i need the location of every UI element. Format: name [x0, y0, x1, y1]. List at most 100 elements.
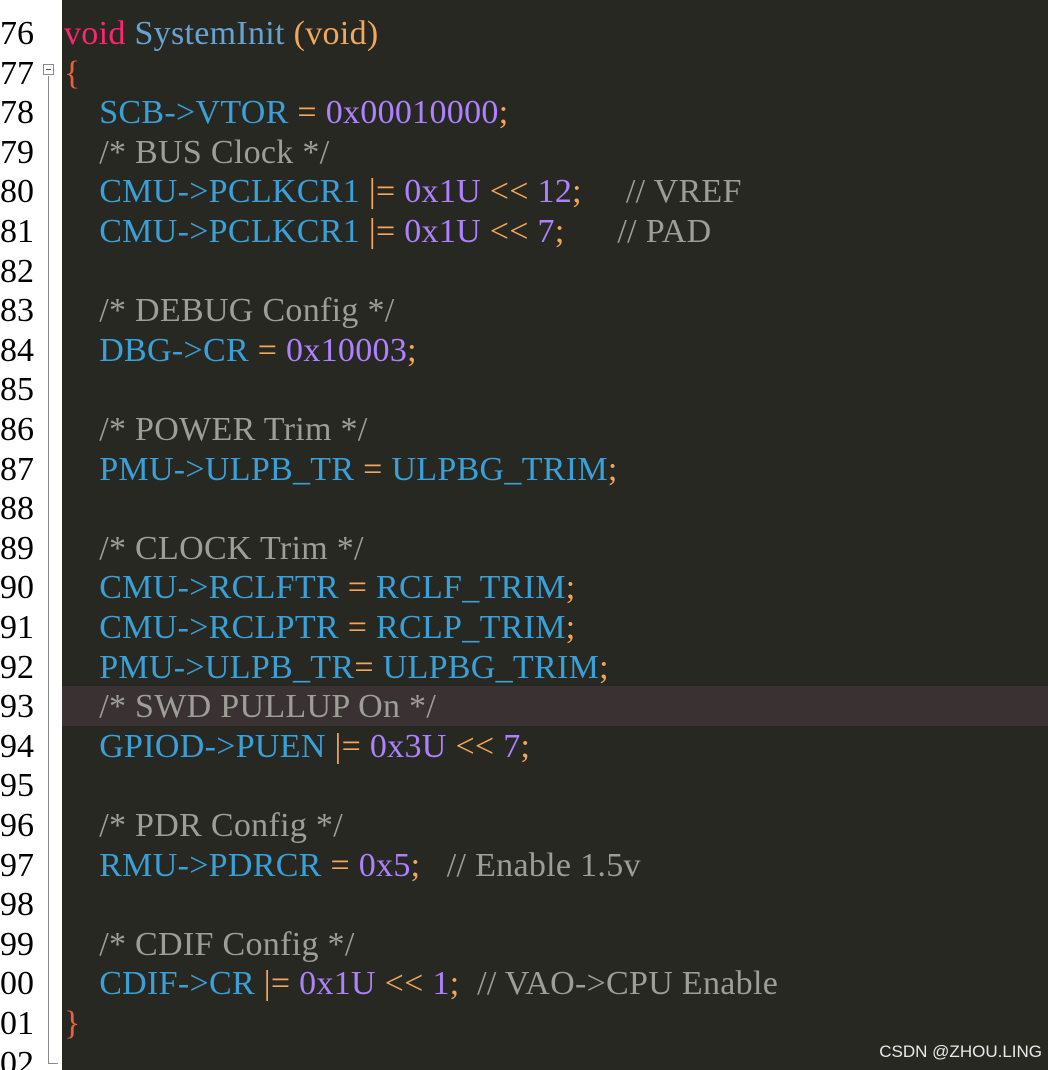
watermark: CSDN @ZHOU.LING [879, 1042, 1042, 1061]
token-kw: void [64, 15, 126, 52]
token-op: |= [360, 213, 405, 250]
line-number: 76 [0, 15, 34, 52]
token-cm: /* PDR Config */ [99, 807, 343, 844]
line-number: 94 [0, 727, 34, 765]
code-line[interactable]: /* CDIF Config */ [64, 925, 355, 965]
code-line[interactable]: RMU->PDRCR = 0x5; // Enable 1.5v [64, 846, 641, 886]
code-line[interactable]: /* SWD PULLUP On */ [64, 687, 436, 727]
line-number: 85 [0, 371, 34, 409]
line-number: 89 [0, 529, 34, 567]
token-ident: ULPBG_TRIM [382, 648, 600, 686]
code-line[interactable]: /* POWER Trim */ [64, 410, 368, 450]
code-line[interactable]: /* DEBUG Config */ [64, 291, 395, 331]
token-ident: ULPBG_TRIM [391, 450, 608, 488]
line-number: 87 [0, 450, 34, 488]
token-semi: ; [498, 94, 509, 132]
token-ident: RCLP_TRIM [376, 609, 566, 646]
token-semi: ; [599, 648, 609, 686]
token-cm: /* BUS Clock */ [99, 133, 330, 171]
token-op: = [248, 331, 287, 369]
line-number: 93 [0, 688, 34, 726]
line-number: 81 [0, 213, 34, 250]
code-line[interactable]: /* CLOCK Trim */ [64, 529, 364, 569]
line-number: 92 [0, 648, 34, 686]
token-ident: RCLF_TRIM [376, 569, 566, 607]
code-line[interactable]: CMU->PCLKCR1 |= 0x1U << 7; // PAD [64, 212, 712, 252]
line-number: 91 [0, 609, 34, 646]
code-line[interactable]: /* BUS Clock */ [64, 133, 329, 173]
token-op: << [446, 727, 504, 765]
token-ident: CDIF->CR [99, 965, 255, 1003]
token-num: 0x3U [369, 727, 447, 765]
token-cm: /* SWD PULLUP On */ [99, 688, 437, 726]
token-cm: /* POWER Trim */ [99, 411, 368, 448]
code-line[interactable]: CMU->RCLPTR = RCLP_TRIM; [64, 608, 576, 648]
token-semi: ; [410, 846, 421, 884]
token-semi: ; [407, 331, 417, 369]
code-line[interactable]: PMU->ULPB_TR = ULPBG_TRIM; [64, 450, 618, 490]
token-num: 0x00010000 [325, 94, 499, 132]
token-brace: } [64, 1005, 81, 1042]
token-num: 12 [537, 173, 573, 211]
code-line[interactable]: PMU->ULPB_TR= ULPBG_TRIM; [64, 648, 609, 688]
token-cm: /* CLOCK Trim */ [99, 529, 364, 567]
line-number: 79 [0, 133, 34, 171]
token-cm: /* CDIF Config */ [99, 925, 355, 963]
token-num: 0x1U [299, 965, 376, 1003]
line-number: 77 [0, 54, 34, 92]
fold-range-line [48, 76, 49, 1064]
token-ident: PMU->ULPB_TR [99, 450, 355, 488]
line-number: 82 [0, 252, 34, 290]
code-line[interactable]: GPIOD->PUEN |= 0x3U << 7; [64, 727, 530, 767]
line-number: 96 [0, 807, 34, 844]
code-line[interactable]: CMU->RCLFTR = RCLF_TRIM; [64, 568, 576, 608]
line-number: 99 [0, 925, 34, 963]
token-cm: /* DEBUG Config */ [99, 292, 395, 330]
token-num: 0x5 [358, 846, 411, 884]
line-number: 98 [0, 886, 34, 924]
line-number: 83 [0, 292, 34, 330]
token-num: 7 [503, 727, 521, 765]
line-number-gutter: 76 77 78 79 80 81 82 83 84 85 86 87 88 89 90 91 92 93 94 95… [0, 0, 40, 1070]
token-cm: // PAD [564, 213, 712, 250]
line-number: 78 [0, 94, 34, 132]
token-op: = [354, 450, 392, 488]
token-semi: ; [565, 569, 576, 607]
line-number: 88 [0, 490, 34, 528]
code-line[interactable]: { [64, 54, 81, 94]
collapse-fold-icon[interactable] [43, 64, 54, 75]
code-line[interactable]: DBG->CR = 0x10003; [64, 331, 417, 371]
token-op: << [480, 173, 538, 211]
line-number: 90 [0, 569, 34, 607]
token-semi: ; [554, 213, 565, 250]
code-line[interactable]: CMU->PCLKCR1 |= 0x1U << 12; // VREF [64, 172, 742, 212]
line-number: 80 [0, 173, 34, 211]
token-op: |= [254, 965, 300, 1003]
token-paren: (void) [293, 15, 379, 52]
code-line[interactable]: } [64, 1004, 81, 1044]
code-line[interactable]: void SystemInit (void) [64, 14, 379, 54]
code-line[interactable]: SCB->VTOR = 0x00010000; [64, 93, 508, 133]
token-op: = [321, 846, 359, 884]
token-ident: SCB->VTOR [99, 94, 289, 132]
token-num: 0x1U [404, 213, 481, 250]
token-op: = [354, 648, 383, 686]
code-line[interactable]: /* PDR Config */ [64, 806, 343, 846]
token-cm: // Enable 1.5v [420, 846, 641, 884]
code-line[interactable]: CDIF->CR |= 0x1U << 1; // VAO->CPU Enabl… [64, 964, 778, 1004]
token-cm: // VREF [581, 173, 742, 211]
line-number: 01 [0, 1005, 34, 1042]
